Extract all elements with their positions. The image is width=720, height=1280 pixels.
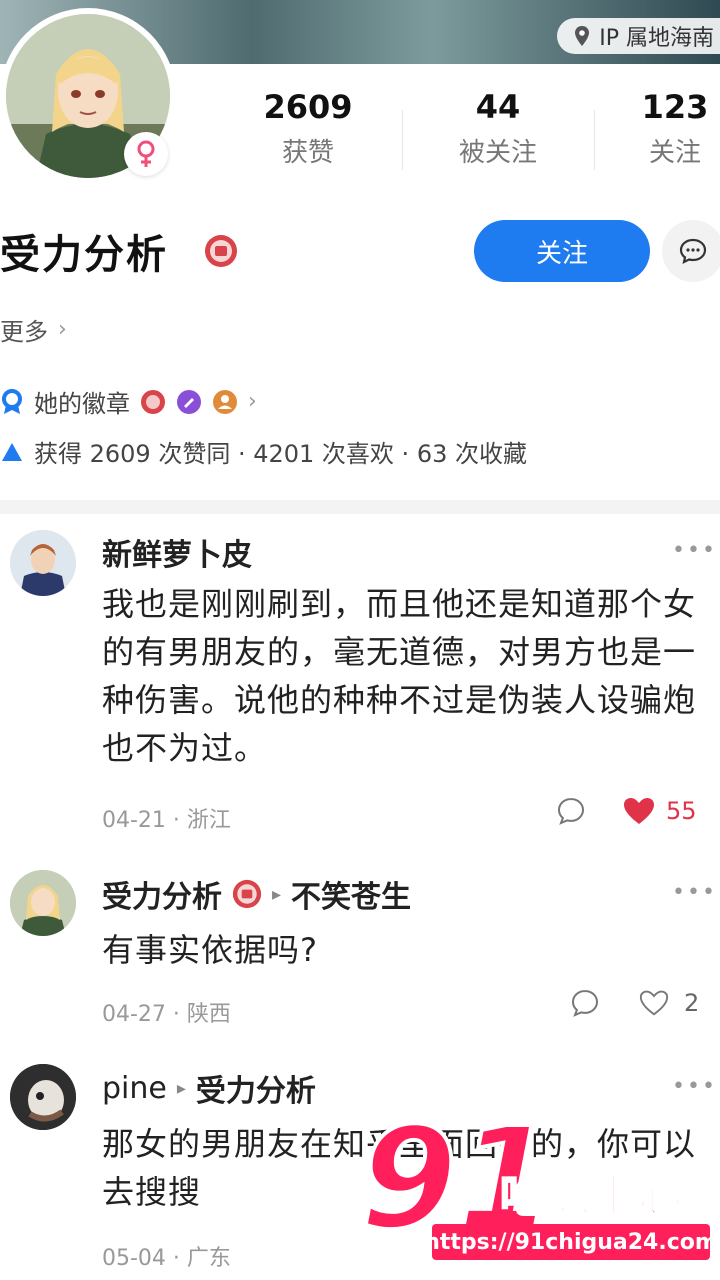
avatar-illustration (10, 1064, 76, 1130)
upvote-triangle-icon (2, 442, 22, 461)
comment-text: 我也是刚刚刷到，而且他还是知道那个女的有男朋友的，毫无道德，对男方也是一种伤害。… (102, 585, 697, 767)
stat-divider (594, 110, 595, 170)
stat-followers-label: 被关注 (458, 138, 537, 168)
more-info-link[interactable]: 更多 › (0, 312, 67, 347)
stat-divider (402, 110, 403, 170)
more-options-icon[interactable]: ••• (672, 538, 717, 563)
medal-icon (2, 388, 22, 414)
badges-row[interactable]: 她的徽章 › (0, 384, 257, 419)
comment-author-name: 新鲜萝卜皮 (102, 538, 252, 573)
stat-likes[interactable]: 2609 获赞 (238, 88, 378, 169)
ip-location-text: IP 属地海南 (599, 26, 714, 51)
reply-arrow-icon: ▸ (176, 1077, 186, 1099)
badges-label: 她的徽章 (34, 390, 130, 418)
avatar-illustration (10, 870, 76, 936)
reply-arrow-icon: ▸ (272, 883, 282, 905)
comment-avatar[interactable] (10, 870, 76, 936)
follow-button[interactable]: 关注 (474, 220, 650, 282)
badge-editor-icon (177, 389, 201, 414)
comment-author-name: pine (102, 1070, 167, 1106)
reply-button[interactable] (556, 796, 586, 826)
profile-name: 受力分析 (0, 232, 168, 278)
comment-text: 有事实依据吗? (102, 931, 318, 969)
chat-bubble-icon (679, 238, 707, 265)
avatar-illustration (10, 530, 76, 596)
chevron-right-icon: › (58, 317, 67, 342)
female-icon (137, 140, 155, 167)
like-count: 2 (684, 989, 700, 1017)
stat-following[interactable]: 123 关注 (620, 88, 720, 169)
stat-followers-value: 44 (475, 88, 521, 126)
like-button[interactable]: 55 (622, 796, 697, 826)
achievements-row: 获得 2609 次赞同 · 4201 次喜欢 · 63 次收藏 (0, 434, 527, 469)
comment-author[interactable]: pine ▸ 受力分析 (102, 1066, 316, 1110)
comment-avatar[interactable] (10, 1064, 76, 1130)
watermark-url: https://91chigua24.com (424, 1224, 718, 1260)
ip-location-chip: IP 属地海南 (557, 18, 720, 54)
achievements-text: 获得 2609 次赞同 · 4201 次喜欢 · 63 次收藏 (34, 440, 527, 468)
reply-bubble-icon (571, 989, 599, 1017)
creator-badge-icon (205, 235, 237, 267)
reply-to-name[interactable]: 不笑苍生 (291, 872, 411, 916)
stat-following-value: 123 (641, 88, 709, 126)
stat-following-label: 关注 (648, 138, 701, 168)
more-options-icon[interactable]: ••• (672, 1074, 717, 1099)
heart-outline-icon (639, 990, 669, 1016)
like-button[interactable]: 2 (638, 988, 699, 1018)
comment-meta: 04-21 · 浙江 (102, 808, 231, 833)
comment-avatar[interactable] (10, 530, 76, 596)
comment-author[interactable]: 新鲜萝卜皮 (102, 530, 252, 574)
badge-creator-icon (141, 389, 165, 414)
comment-author-name: 受力分析 (102, 880, 222, 915)
section-divider (0, 500, 720, 514)
reply-to-name[interactable]: 受力分析 (196, 1066, 316, 1110)
stat-followers[interactable]: 44 被关注 (428, 88, 568, 169)
comment-meta: 05-04 · 广东 (102, 1246, 231, 1271)
more-options-icon[interactable]: ••• (672, 880, 717, 905)
comment-author[interactable]: 受力分析 ▸ 不笑苍生 (102, 872, 411, 916)
stat-likes-value: 2609 (263, 88, 353, 126)
badge-member-icon (213, 389, 237, 414)
location-pin-icon (575, 26, 590, 46)
watermark-text: 吃瓜中心 (499, 1170, 684, 1223)
stat-likes-label: 获赞 (281, 138, 334, 168)
gender-female-badge (124, 132, 168, 176)
more-label: 更多 (0, 318, 48, 346)
message-button[interactable] (662, 220, 720, 282)
creator-badge-icon (232, 879, 262, 909)
chevron-right-icon: › (248, 389, 257, 414)
like-count: 55 (666, 797, 697, 825)
heart-filled-icon (624, 798, 654, 824)
reply-button[interactable] (570, 988, 600, 1018)
comment-meta: 04-27 · 陕西 (102, 1002, 231, 1027)
reply-bubble-icon (557, 797, 585, 825)
